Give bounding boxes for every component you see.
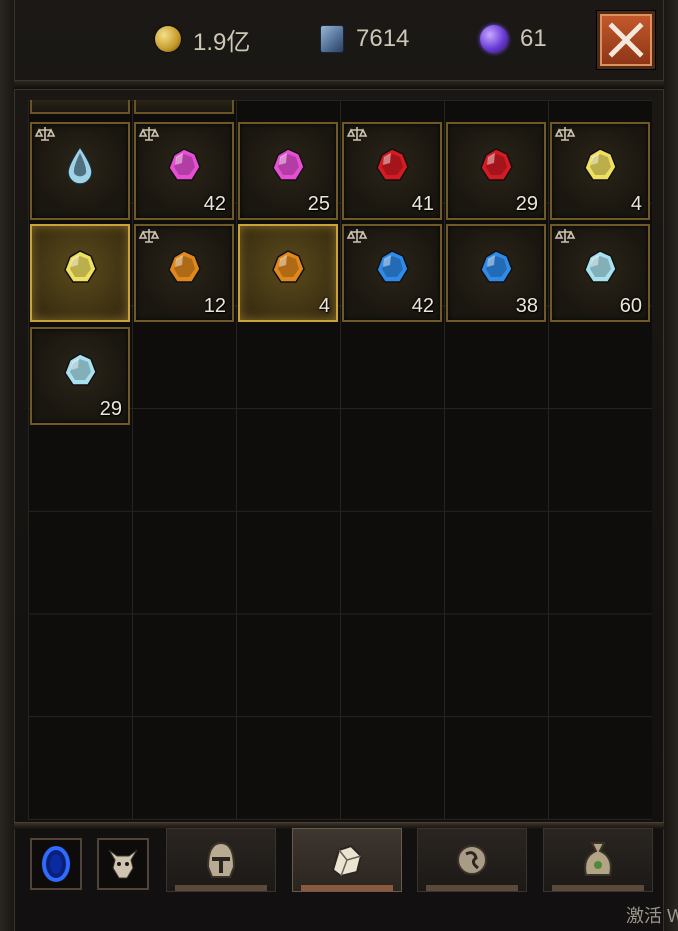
- tab-materials[interactable]: [543, 828, 653, 892]
- ruby-gem-icon: [480, 148, 513, 182]
- scale-lock-icon: [138, 229, 160, 243]
- scroll-amount: 7614: [356, 25, 410, 52]
- inventory-slot[interactable]: 42: [134, 122, 234, 220]
- currency-bar: 1.9亿 7614 61: [0, 18, 678, 60]
- item-count: 25: [307, 193, 330, 215]
- tab-runes[interactable]: [417, 828, 527, 892]
- amber-gem-icon: [168, 250, 201, 284]
- scale-lock-icon: [554, 127, 576, 141]
- item-count: 41: [411, 193, 434, 215]
- amber-gem-icon: [272, 250, 305, 284]
- item-count: 4: [630, 193, 642, 215]
- topaz-gem-icon: [64, 250, 97, 284]
- currency-orb: 61: [480, 24, 547, 54]
- item-count: 29: [515, 193, 538, 215]
- amethyst-gem-icon: [272, 148, 305, 182]
- inventory-slot[interactable]: 38: [446, 224, 546, 322]
- scrolled-slot[interactable]: [134, 100, 234, 114]
- item-count: 29: [99, 398, 122, 420]
- demon-button[interactable]: [97, 838, 149, 890]
- scale-lock-icon: [346, 127, 368, 141]
- item-count: 38: [515, 295, 538, 317]
- currency-gold: 1.9亿: [155, 24, 251, 56]
- amethyst-gem-icon: [168, 148, 201, 182]
- inventory-slot[interactable]: 41: [342, 122, 442, 220]
- inventory-slot[interactable]: 12: [134, 224, 234, 322]
- frame-left-border: [0, 0, 15, 931]
- scroll-icon: [320, 25, 344, 53]
- inventory-panel: 1.9亿 7614 61 42 25 41 29 4 12 4 42 38 60 29: [0, 0, 678, 931]
- gold-amount: 1.9亿: [193, 28, 251, 56]
- inventory-slot[interactable]: 42: [342, 224, 442, 322]
- scrolled-slot[interactable]: [30, 100, 130, 114]
- inventory-slot[interactable]: 4: [550, 122, 650, 220]
- tab-gems[interactable]: [292, 828, 402, 892]
- tab-underline: [552, 885, 644, 891]
- inventory-grid: 42 25 41 29 4 12 4 42 38 60 29: [28, 100, 652, 820]
- sapphire-gem-icon: [376, 250, 409, 284]
- inventory-slot[interactable]: 25: [238, 122, 338, 220]
- inventory-slot[interactable]: 60: [550, 224, 650, 322]
- sapphire-gem-icon: [480, 250, 513, 284]
- item-count: 42: [411, 295, 434, 317]
- helmet-icon: [206, 841, 236, 878]
- diamond-teardrop-gem-icon: [67, 146, 93, 186]
- gem-tab-icon: [331, 844, 363, 878]
- tab-underline: [301, 885, 393, 891]
- diamond-gem-icon: [64, 353, 97, 387]
- ruby-gem-icon: [376, 148, 409, 182]
- inventory-slot[interactable]: [30, 122, 130, 220]
- tab-underline: [426, 885, 518, 891]
- close-icon: [608, 22, 644, 58]
- pouch-icon: [584, 842, 612, 876]
- frame-right-border: [663, 0, 678, 931]
- demon-head-icon: [108, 849, 138, 879]
- scale-lock-icon: [346, 229, 368, 243]
- inventory-slot[interactable]: 4: [238, 224, 338, 322]
- header-divider: [14, 80, 664, 90]
- tab-underline: [175, 885, 267, 891]
- item-count: 4: [318, 295, 330, 317]
- scrolled-row: [28, 100, 652, 116]
- item-count: 60: [619, 295, 642, 317]
- portal-button[interactable]: [30, 838, 82, 890]
- inventory-slot[interactable]: [30, 224, 130, 322]
- gold-coin-icon: [155, 26, 181, 52]
- item-count: 12: [203, 295, 226, 317]
- scale-lock-icon: [554, 229, 576, 243]
- currency-scroll: 7614: [320, 24, 409, 54]
- inventory-slot[interactable]: 29: [30, 327, 130, 425]
- blue-portal-icon: [42, 846, 70, 882]
- close-button[interactable]: [597, 11, 655, 69]
- purple-orb-icon: [480, 25, 508, 53]
- rune-icon: [457, 845, 487, 875]
- topaz-gem-icon: [584, 148, 617, 182]
- scale-lock-icon: [138, 127, 160, 141]
- tab-equipment[interactable]: [166, 828, 276, 892]
- item-count: 42: [203, 193, 226, 215]
- diamond-gem-icon: [584, 250, 617, 284]
- activation-watermark: 激活 W: [626, 906, 678, 926]
- orb-amount: 61: [520, 25, 547, 52]
- inventory-slot[interactable]: 29: [446, 122, 546, 220]
- scale-lock-icon: [34, 127, 56, 141]
